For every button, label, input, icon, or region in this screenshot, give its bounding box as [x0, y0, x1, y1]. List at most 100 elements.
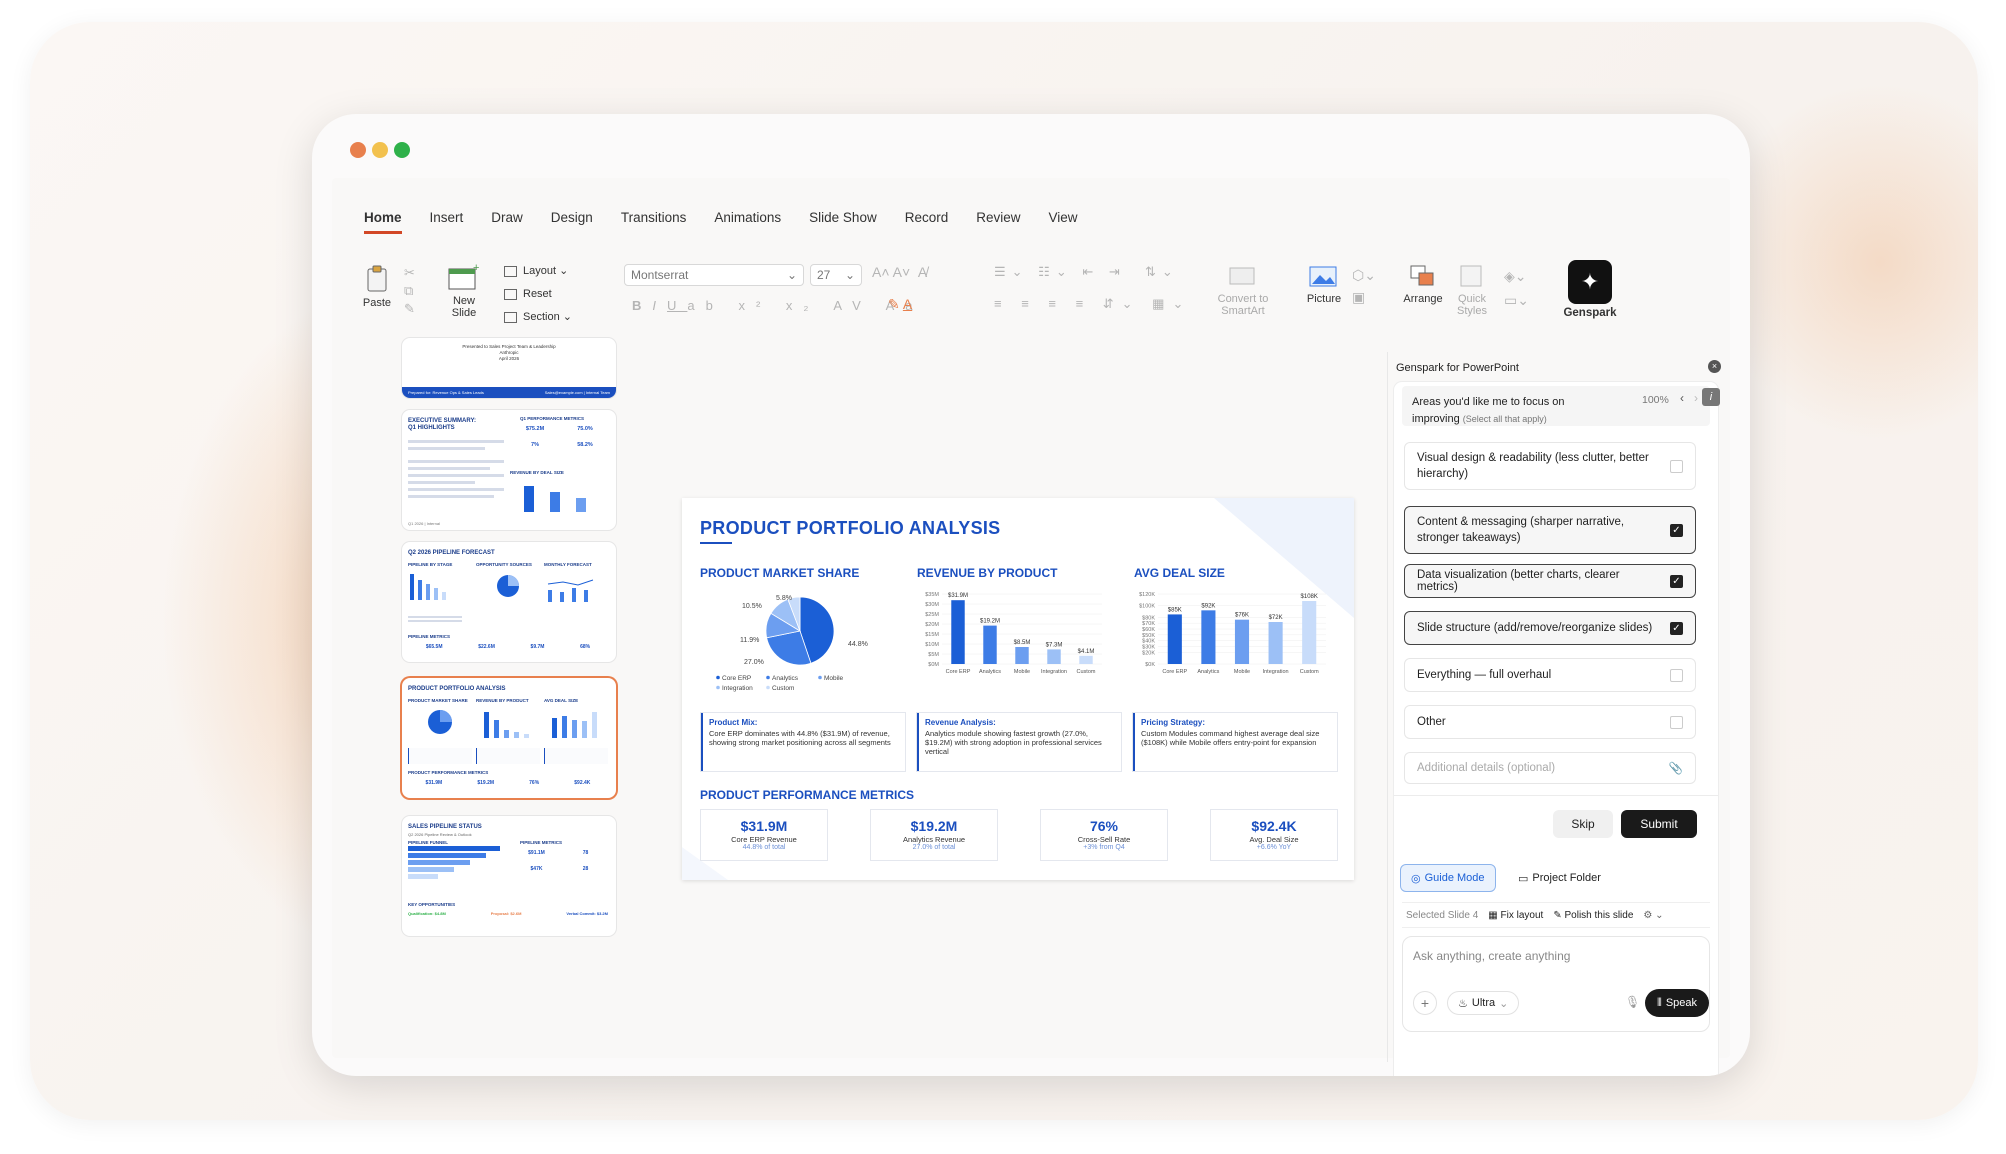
- main-slide[interactable]: PRODUCT PORTFOLIO ANALYSIS PRODUCT MARKE…: [682, 498, 1354, 880]
- checkbox[interactable]: [1670, 715, 1683, 729]
- speak-button[interactable]: ⦀ Speak: [1645, 989, 1710, 1017]
- highlight-font-color[interactable]: ✎ A: [888, 296, 912, 313]
- arrange-button[interactable]: Arrange: [1398, 262, 1448, 305]
- font-family-select[interactable]: Montserrat ⌄: [624, 264, 804, 286]
- quick-label-1: Quick: [1457, 293, 1487, 305]
- maximize-dot[interactable]: [394, 142, 410, 158]
- slide-layout-group: Layout ⌄ Reset Section ⌄: [504, 260, 572, 329]
- tab-view[interactable]: View: [1049, 210, 1078, 234]
- project-folder-button[interactable]: ▭ Project Folder: [1508, 864, 1611, 892]
- title-underline: [700, 542, 732, 544]
- folder-icon: ▭: [1518, 872, 1529, 885]
- fix-layout-label: Fix layout: [1500, 909, 1544, 921]
- y-tick-label: $20K: [1142, 650, 1155, 656]
- clipboard-tools[interactable]: ✂ ⧉ ✎: [404, 264, 415, 318]
- font-size-select[interactable]: 27 ⌄: [810, 264, 862, 286]
- option-data-visualization[interactable]: Data visualization (better charts, clear…: [1404, 564, 1696, 598]
- y-tick-label: $15M: [925, 632, 939, 638]
- font-grow-shrink[interactable]: A˄ A˅ A̸: [872, 264, 927, 280]
- fix-layout-button[interactable]: ▦ Fix layout: [1488, 910, 1543, 921]
- microphone-icon[interactable]: 🎙: [1625, 995, 1640, 1009]
- tab-design[interactable]: Design: [551, 210, 593, 234]
- tab-draw[interactable]: Draw: [491, 210, 523, 234]
- grid-icon: ▦: [1488, 909, 1498, 921]
- x-tick-label: Custom: [1077, 669, 1096, 675]
- app-window: Home Insert Draw Design Transitions Anim…: [312, 114, 1750, 1076]
- question-header: Areas you'd like me to focus on improvin…: [1402, 386, 1720, 426]
- paste-button[interactable]: Paste: [360, 264, 394, 309]
- pie-data-label: 10.5%: [742, 603, 762, 610]
- checkbox[interactable]: [1670, 668, 1683, 682]
- checkbox-checked[interactable]: ✓: [1670, 523, 1683, 537]
- chevron-left-icon[interactable]: ‹: [1680, 391, 1684, 405]
- model-select[interactable]: ♨ Ultra ⌄: [1447, 991, 1520, 1015]
- thumb1-lines: Presented to Sales Project Team & Leader…: [402, 344, 616, 362]
- guide-mode-button[interactable]: ◎ Guide Mode: [1400, 864, 1496, 892]
- tab-record[interactable]: Record: [905, 210, 949, 234]
- minimize-dot[interactable]: [372, 142, 388, 158]
- shapes-buttons[interactable]: ⬡⌄ ▣: [1352, 264, 1376, 308]
- pie-data-label: 44.8%: [848, 641, 868, 648]
- thumb3-s1: PIPELINE BY STAGE: [408, 562, 453, 567]
- tab-review[interactable]: Review: [976, 210, 1020, 234]
- genspark-button[interactable]: ✦ Genspark: [1562, 260, 1618, 319]
- layout-icon: [504, 265, 517, 277]
- thumb5-title: SALES PIPELINE STATUS: [408, 824, 482, 830]
- option-visual-design[interactable]: Visual design & readability (less clutte…: [1404, 442, 1696, 490]
- y-tick-label: $5M: [928, 652, 939, 658]
- reset-button[interactable]: Reset: [504, 283, 572, 306]
- checkbox[interactable]: [1670, 459, 1683, 473]
- thumb4-metrics-title: PRODUCT PERFORMANCE METRICS: [408, 770, 489, 775]
- checkbox-checked[interactable]: ✓: [1670, 621, 1683, 635]
- submit-button[interactable]: Submit: [1621, 810, 1697, 838]
- metric-value: 76%: [1089, 818, 1119, 834]
- picture-button[interactable]: Picture: [1302, 262, 1346, 305]
- tab-home[interactable]: Home: [364, 210, 402, 234]
- paragraph-buttons-row1[interactable]: ☰⌄ ☷⌄ ⇤ ⇥ ⇅⌄: [994, 264, 1179, 280]
- deal-size-bar-chart: $0K $20K$30K$40K$50K$60K$70K$80K $100K $120…: [1139, 592, 1326, 675]
- guide-mode-label: Guide Mode: [1424, 872, 1485, 884]
- bar: [1047, 649, 1061, 664]
- checkbox-checked[interactable]: ✓: [1670, 574, 1683, 588]
- new-slide-label-2: Slide: [451, 307, 477, 319]
- option-everything[interactable]: Everything — full overhaul: [1404, 658, 1696, 692]
- chat-input-box[interactable]: Ask anything, create anything + ♨ Ultra ⌄ …: [1402, 936, 1710, 1032]
- thumb-slide-4[interactable]: PRODUCT PORTFOLIO ANALYSIS PRODUCT MARKE…: [402, 678, 616, 798]
- quick-styles-button[interactable]: Quick Styles: [1452, 262, 1492, 317]
- paste-icon: [367, 265, 387, 292]
- info-icon[interactable]: i: [1702, 388, 1720, 406]
- section-button[interactable]: Section ⌄: [504, 306, 572, 329]
- selected-slide-label: Selected Slide 4: [1406, 909, 1479, 921]
- skip-button[interactable]: Skip: [1553, 810, 1613, 838]
- convert-smartart-button[interactable]: Convert to SmartArt: [1212, 262, 1274, 317]
- new-slide-button[interactable]: + New Slide: [442, 262, 486, 319]
- thumb-slide-2[interactable]: EXECUTIVE SUMMARY: Q1 HIGHLIGHTS Q1 PERFO…: [402, 410, 616, 530]
- chevron-right-icon[interactable]: ›: [1694, 391, 1698, 405]
- thumb5-m3: $47K: [530, 866, 543, 872]
- option-content-messaging[interactable]: Content & messaging (sharper narrative, …: [1404, 506, 1696, 554]
- tab-transitions[interactable]: Transitions: [621, 210, 687, 234]
- plus-icon[interactable]: +: [1413, 991, 1437, 1015]
- thumb-slide-1[interactable]: Presented to Sales Project Team & Leader…: [402, 338, 616, 398]
- settings-dropdown[interactable]: ⚙ ⌄: [1643, 910, 1663, 921]
- bar-data-label: $8.5M: [1014, 640, 1031, 646]
- thumb-slide-5[interactable]: SALES PIPELINE STATUS Q2 2026 Pipeline R…: [402, 816, 616, 936]
- additional-details-input[interactable]: Additional details (optional) 📎: [1404, 752, 1696, 784]
- thumb3-m3: $9.7M: [530, 644, 545, 650]
- tab-animations[interactable]: Animations: [714, 210, 781, 234]
- text-format-buttons[interactable]: BIUab x² x₂ AV Aa: [632, 298, 924, 313]
- metric-label: Avg. Deal Size: [1249, 835, 1299, 844]
- layout-button[interactable]: Layout ⌄: [504, 260, 572, 283]
- new-slide-label-1: New: [452, 295, 475, 307]
- paragraph-buttons-row2[interactable]: ≡ ≡ ≡ ≡ ⇵⌄ ▦⌄: [994, 296, 1191, 312]
- close-icon[interactable]: ×: [1708, 360, 1721, 373]
- paperclip-icon[interactable]: 📎: [1669, 761, 1683, 775]
- close-dot[interactable]: [350, 142, 366, 158]
- option-other[interactable]: Other: [1404, 705, 1696, 739]
- thumb-slide-3[interactable]: Q2 2026 PIPELINE FORECAST PIPELINE BY ST…: [402, 542, 616, 662]
- shape-fill-buttons[interactable]: ◈⌄ ▭⌄: [1504, 264, 1529, 312]
- tab-slide-show[interactable]: Slide Show: [809, 210, 877, 234]
- polish-slide-button[interactable]: ✎ Polish this slide: [1553, 910, 1633, 921]
- tab-insert[interactable]: Insert: [430, 210, 464, 234]
- option-slide-structure[interactable]: Slide structure (add/remove/reorganize s…: [1404, 611, 1696, 645]
